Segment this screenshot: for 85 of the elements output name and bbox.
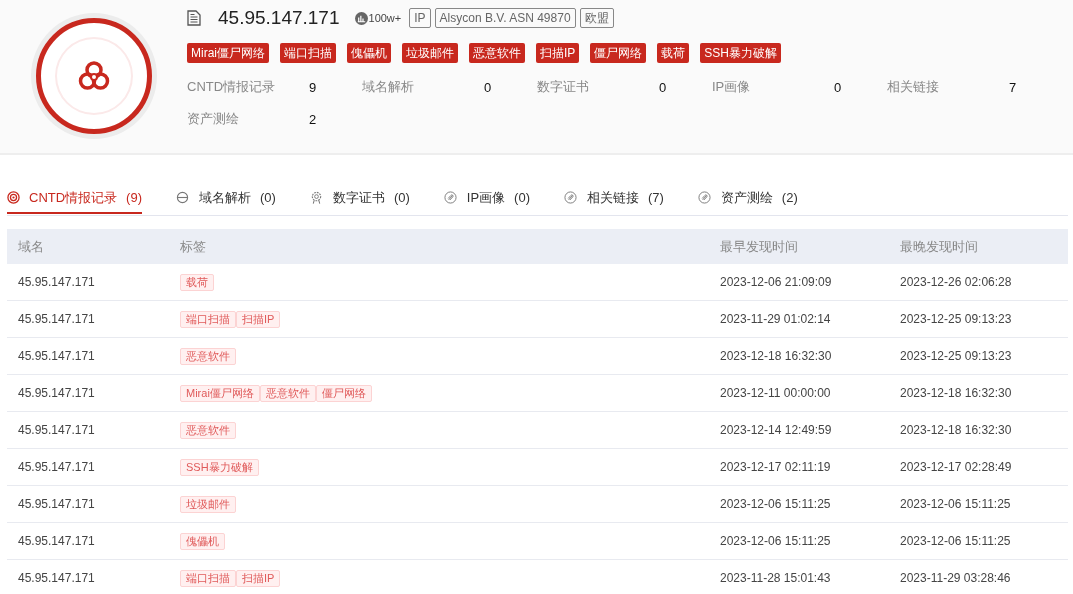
tab[interactable]: 相关链接 (7) xyxy=(563,183,664,214)
stat-label: IP画像 xyxy=(712,78,752,96)
tag: 恶意软件 xyxy=(180,347,236,365)
table-cell-text: 2023-12-06 15:11:25 xyxy=(719,534,832,548)
stat-value: 2 xyxy=(309,111,317,127)
info-badge: Alsycon B.V. ASN 49870 xyxy=(434,8,576,28)
tag: 恶意软件 xyxy=(180,421,236,439)
badge-icon xyxy=(309,191,323,204)
table-cell-text: 45.95.147.171 xyxy=(17,497,96,511)
ip-address: 45.95.147.171 xyxy=(218,7,340,29)
threat-tag: 扫描IP xyxy=(536,43,580,63)
radar-icon xyxy=(7,191,20,204)
stat-value: 0 xyxy=(484,79,492,95)
stat-value: 0 xyxy=(834,79,842,95)
tag: Mirai僵尸网络 xyxy=(180,384,260,402)
info-badge: 欧盟 xyxy=(579,8,614,28)
link-icon xyxy=(697,191,711,204)
tab[interactable]: IP画像 (0) xyxy=(443,183,530,214)
tag: 垃圾邮件 xyxy=(180,495,236,513)
biohazard-icon xyxy=(77,60,110,92)
table-cell-text: 2023-11-28 15:01:43 xyxy=(719,571,832,585)
tag: 载荷 xyxy=(180,273,214,291)
column-header: 标签 xyxy=(179,237,207,256)
table-cell-text: 45.95.147.171 xyxy=(17,423,96,437)
table-cell-text: 2023-12-25 09:13:23 xyxy=(899,349,1013,363)
table-cell-text: 2023-12-18 16:32:30 xyxy=(719,349,833,363)
tag: 傀儡机 xyxy=(180,532,225,550)
table-cell-text: 2023-12-25 09:13:23 xyxy=(899,312,1013,326)
table-cell-text: 2023-12-18 16:32:30 xyxy=(899,423,1013,437)
threat-tag: SSH暴力破解 xyxy=(700,43,782,63)
table-cell-text: 2023-12-11 00:00:00 xyxy=(719,386,832,400)
threat-tag: Mirai僵尸网络 xyxy=(187,43,269,63)
stat-label: 资产测绘 xyxy=(187,110,240,128)
tag: SSH暴力破解 xyxy=(180,458,259,476)
tab[interactable]: 资产测绘 (2) xyxy=(697,183,798,214)
stat-value: 0 xyxy=(659,79,667,95)
table-cell-text: 2023-12-06 15:11:25 xyxy=(899,534,1012,548)
table-cell-text: 45.95.147.171 xyxy=(17,275,96,289)
info-badge: IP xyxy=(409,8,431,28)
tag: 扫描IP xyxy=(236,569,281,587)
threat-tag: 端口扫描 xyxy=(280,43,336,63)
table-cell-text: 2023-12-14 12:49:59 xyxy=(719,423,833,437)
tab[interactable]: 域名解析 (0) xyxy=(176,183,276,214)
stat-label: 域名解析 xyxy=(362,78,415,96)
table-cell-text: 45.95.147.171 xyxy=(17,386,96,400)
table-cell-text: 2023-12-06 15:11:25 xyxy=(719,497,832,511)
table-cell-text: 45.95.147.171 xyxy=(17,312,96,326)
threat-tag: 傀儡机 xyxy=(347,43,391,63)
link-icon xyxy=(443,191,457,204)
tag: 端口扫描 xyxy=(180,569,236,587)
table-cell-text: 2023-12-26 02:06:28 xyxy=(899,275,1013,289)
stat-value: 7 xyxy=(1009,79,1017,95)
table-cell-text: 2023-12-17 02:11:19 xyxy=(719,460,832,474)
stat-value: 9 xyxy=(309,79,317,95)
tag: 僵尸网络 xyxy=(315,384,372,402)
stat-label: CNTD情报记录 xyxy=(187,78,277,96)
table-cell-text: 2023-12-18 16:32:30 xyxy=(899,386,1013,400)
table-cell-text: 2023-12-06 15:11:25 xyxy=(899,497,1012,511)
column-header: 最晚发现时间 xyxy=(899,237,979,256)
document-icon xyxy=(187,10,201,26)
link-icon xyxy=(563,191,577,204)
table-cell-text: 45.95.147.171 xyxy=(17,534,96,548)
table-cell-text: 45.95.147.171 xyxy=(17,571,96,585)
threat-tag: 垃圾邮件 xyxy=(402,43,458,63)
tab[interactable]: 数字证书 (0) xyxy=(309,183,410,214)
column-header: 最早发现时间 xyxy=(719,237,799,256)
tab[interactable]: CNTD情报记录 (9) xyxy=(7,183,142,214)
table-cell-text: 2023-12-06 21:09:09 xyxy=(719,275,833,289)
tag: 扫描IP xyxy=(236,310,281,328)
tag: 恶意软件 xyxy=(259,384,316,402)
threat-tag: 恶意软件 xyxy=(469,43,525,63)
chart-icon xyxy=(354,11,368,25)
table-cell-text: 45.95.147.171 xyxy=(17,349,96,363)
table-cell-text: 2023-12-17 02:28:49 xyxy=(899,460,1013,474)
stat-label: 数字证书 xyxy=(537,78,590,96)
threat-tag: 载荷 xyxy=(657,43,690,63)
threat-tag: 僵尸网络 xyxy=(590,43,647,63)
column-header: 域名 xyxy=(17,237,45,256)
table-cell-text: 2023-11-29 01:02:14 xyxy=(719,312,832,326)
stat-label: 相关链接 xyxy=(887,78,940,96)
table-cell-text: 45.95.147.171 xyxy=(17,460,96,474)
popularity-count: 100w+ xyxy=(368,12,402,24)
globe-icon xyxy=(176,191,189,204)
tag: 端口扫描 xyxy=(180,310,236,328)
table-cell-text: 2023-11-29 03:28:46 xyxy=(899,571,1012,585)
